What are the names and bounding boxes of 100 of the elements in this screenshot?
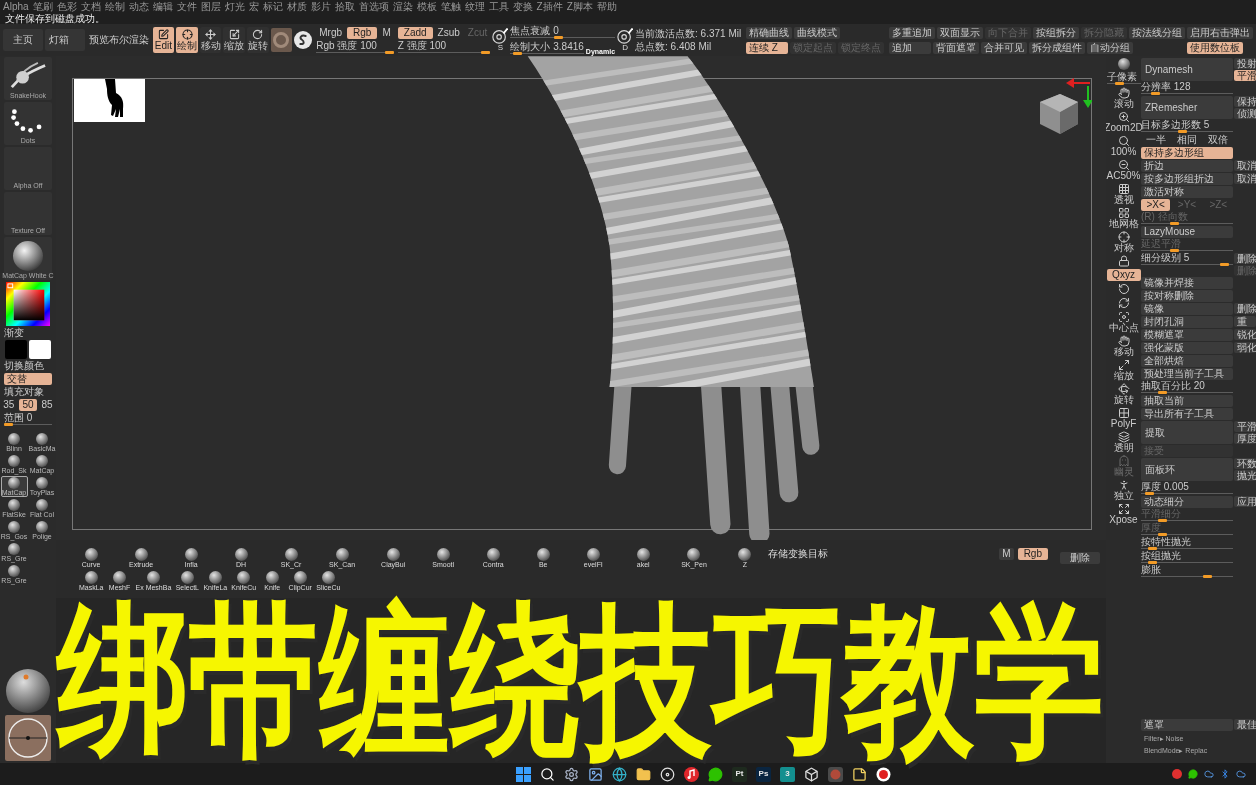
shelf-button[interactable]: Xpose (1106, 503, 1141, 525)
image-icon[interactable] (588, 766, 603, 782)
menu-item[interactable]: 标记 (262, 1, 283, 12)
panel-button[interactable]: 强化蒙版 (1141, 342, 1233, 354)
menu-item[interactable]: 色彩 (56, 1, 77, 12)
menu-item[interactable]: 笔触 (440, 1, 461, 12)
toolbar-button[interactable]: 曲线模式 (794, 26, 841, 39)
slider-thumb[interactable] (1145, 492, 1155, 495)
note-icon[interactable] (852, 766, 867, 782)
large-button[interactable]: ZRemesher (1141, 96, 1233, 119)
shelf-button[interactable]: 中心点 (1106, 311, 1141, 333)
option-button[interactable]: 双倍 (1203, 134, 1233, 146)
slider-track[interactable] (397, 50, 491, 54)
shelf-button[interactable]: 移动 (1106, 335, 1141, 357)
menu-item[interactable]: 工具 (488, 1, 509, 12)
toolbar-button[interactable]: 合并可见 (981, 41, 1028, 54)
panel-button[interactable]: 镜像 (1141, 303, 1233, 315)
panel-button[interactable]: 封闭孔洞 (1141, 316, 1233, 328)
toolbar-button[interactable]: 按法线分组 (1129, 26, 1186, 39)
option-button[interactable]: >X< (1141, 199, 1171, 211)
shelf-button[interactable]: 缩放 (1106, 359, 1141, 381)
menu-item[interactable]: 模板 (416, 1, 437, 12)
slider-track[interactable] (1141, 492, 1233, 495)
slider-thumb[interactable] (1147, 561, 1157, 564)
toolbar-button[interactable]: 多重追加 (889, 26, 936, 39)
toolbar-button[interactable]: 使用数位板 (1187, 41, 1244, 54)
menu-item[interactable]: 动态 (128, 1, 149, 12)
switch-color-button[interactable]: 切换颜色 (0, 361, 44, 371)
slider-thumb[interactable] (1178, 130, 1188, 133)
slider-thumb[interactable] (1219, 263, 1229, 266)
slider-track[interactable] (1141, 519, 1233, 522)
toolbar-button[interactable]: 背面遮罩 (933, 41, 980, 54)
slider-track[interactable] (510, 35, 616, 39)
menu-item[interactable]: 变换 (512, 1, 533, 12)
toolbar-button[interactable]: 自动分组 (1087, 41, 1134, 54)
shelf-button[interactable]: 透明 (1106, 431, 1141, 453)
shelf-button[interactable]: 透视 (1106, 183, 1141, 205)
side-button[interactable]: 厚度 (1234, 433, 1256, 444)
color-mode-button[interactable]: M (999, 548, 1014, 560)
save-target-label[interactable]: 存储变换目标 (766, 548, 830, 560)
side-button[interactable]: 侦测 (1234, 108, 1256, 119)
slider-thumb[interactable] (4, 423, 13, 426)
menu-item[interactable]: 帮助 (596, 1, 617, 12)
menu-item[interactable]: 影片 (310, 1, 331, 12)
side-button[interactable]: 抛光 (1234, 470, 1256, 481)
side-button[interactable]: 环数 (1234, 458, 1256, 469)
toolbar-button[interactable]: 按组拆分 (1033, 26, 1080, 39)
panel-button[interactable]: LazyMouse (1141, 226, 1233, 238)
cloud-icon[interactable] (1204, 769, 1214, 779)
slider-track[interactable] (1141, 547, 1233, 550)
shelf-button[interactable]: 独立 (1106, 479, 1141, 501)
toolbar-button[interactable]: 启用右击弹出 (1187, 26, 1254, 39)
side-button[interactable]: 重 (1234, 316, 1256, 327)
slider-track[interactable] (1141, 561, 1233, 564)
delete-button[interactable]: 删除 (1060, 552, 1100, 564)
menu-item[interactable]: 文件 (176, 1, 197, 12)
slider-track[interactable] (1141, 92, 1233, 95)
panel-button[interactable]: 导出所有子工具 (1141, 408, 1233, 420)
panel-button[interactable]: 折边 (1141, 160, 1233, 172)
settings-icon[interactable] (564, 766, 579, 782)
color-swatch-icon[interactable] (5, 340, 27, 359)
side-button[interactable]: 锐化 (1234, 329, 1256, 340)
toolbar-button[interactable]: 精确曲线 (746, 26, 793, 39)
menu-item[interactable]: 编辑 (152, 1, 173, 12)
preset-button[interactable]: 85 (38, 399, 56, 411)
app-tile[interactable]: Ps (756, 766, 771, 782)
z-mode-button[interactable]: Zsub (434, 26, 463, 39)
navigation-gizmo-icon[interactable] (5, 715, 51, 761)
panel-button[interactable]: 按对称删除 (1141, 290, 1233, 302)
color-mode-button[interactable]: Rgb (1017, 548, 1048, 560)
menu-item[interactable]: 绘制 (104, 1, 125, 12)
folder-icon[interactable] (636, 766, 651, 782)
slider-track[interactable] (1106, 82, 1141, 85)
shelf-button[interactable]: PolyF (1106, 407, 1141, 429)
side-button[interactable]: 平滑 (1234, 421, 1256, 432)
menu-item[interactable]: 图层 (200, 1, 221, 12)
toolbar-button[interactable]: 拆分成组件 (1029, 41, 1086, 54)
slider-track[interactable] (1141, 130, 1233, 133)
slider-track[interactable] (1141, 533, 1233, 536)
panel-button[interactable]: 保持多边形组 (1141, 147, 1233, 159)
cloud-icon[interactable] (1236, 769, 1246, 779)
tool-button[interactable]: Edit (152, 27, 175, 53)
shelf-button[interactable]: AC50% (1106, 159, 1141, 181)
color-picker[interactable] (6, 282, 50, 326)
option-button[interactable]: 一半 (1141, 134, 1171, 146)
slider-thumb[interactable] (1157, 391, 1167, 394)
shelf-button[interactable]: 旋转 (1106, 383, 1141, 405)
side-button[interactable]: 平滑 (1234, 70, 1256, 81)
panel-button[interactable]: 按多边形组折边 (1141, 173, 1233, 185)
panel-button[interactable]: 模糊遮罩 (1141, 329, 1233, 341)
panel-button[interactable]: 预处理当前子工具 (1141, 368, 1233, 380)
menu-item[interactable]: 材质 (286, 1, 307, 12)
shelf-button[interactable]: 地网格 (1106, 207, 1141, 229)
alternate-button[interactable]: 交替 (4, 373, 52, 385)
color-swatch-icon[interactable] (29, 340, 51, 359)
chat-bubble-icon[interactable] (1188, 769, 1198, 779)
slider-track[interactable] (510, 51, 584, 55)
rgb-mode-button[interactable]: Mrgb (316, 26, 346, 39)
menu-item[interactable]: 笔刷 (32, 1, 53, 12)
slider-thumb[interactable] (513, 51, 523, 55)
